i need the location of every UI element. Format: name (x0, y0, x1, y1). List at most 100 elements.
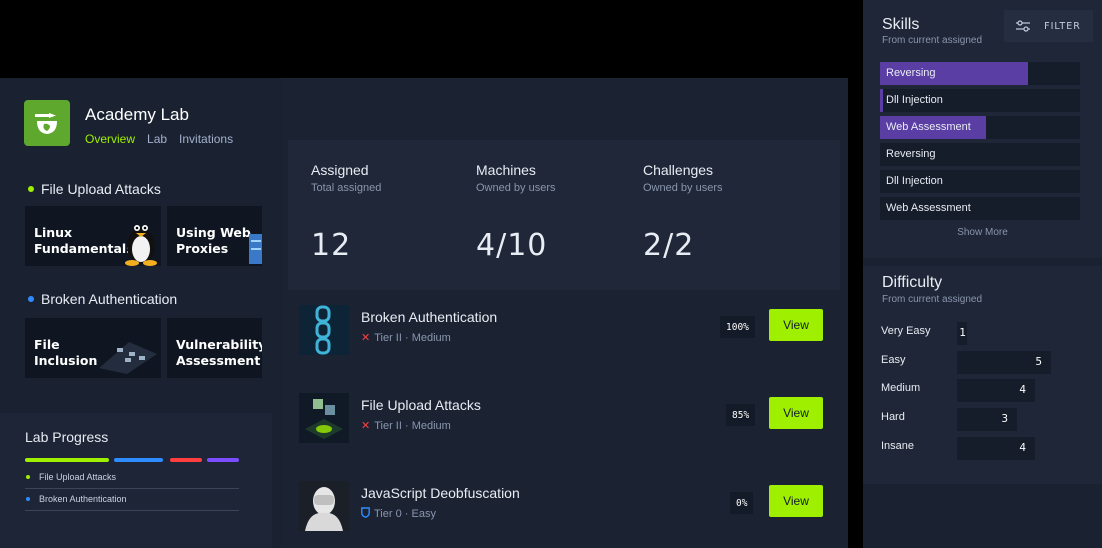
module-row[interactable]: JavaScript Deobfuscation Tier 0 · Easy 0… (296, 476, 826, 536)
filter-label: FILTER (1044, 20, 1081, 32)
module-row[interactable]: File Upload Attacks ✕ Tier II · Medium 8… (296, 388, 826, 448)
tile-label: Using Web Proxies (176, 225, 251, 256)
difficulty-count: 1 (959, 327, 966, 339)
module-thumbnail-upload (299, 393, 349, 443)
path-title-label: Broken Authentication (41, 291, 178, 307)
skills-title: Skills (882, 16, 920, 33)
file-stack-icon (99, 342, 157, 374)
skill-bar[interactable]: Reversing (880, 62, 1080, 85)
path-title-broken-auth[interactable]: Broken Authentication (28, 291, 177, 307)
nav-overview[interactable]: Overview (85, 132, 135, 146)
module-title: JavaScript Deobfuscation (361, 485, 520, 501)
module-thumbnail-chain (299, 305, 349, 355)
insights-panel: Skills From current assigned FILTER Reve… (863, 0, 1102, 548)
difficulty-bar[interactable]: 3 (957, 408, 1017, 431)
stat-machines-value: 4/10 (476, 228, 548, 263)
module-title: Broken Authentication (361, 309, 498, 325)
difficulty-bar[interactable]: 5 (957, 351, 1051, 374)
lab-nav: Overview Lab Invitations (85, 132, 233, 146)
module-tier-label: Tier II · Medium (374, 331, 451, 344)
skill-label: Dll Injection (886, 175, 943, 187)
module-tile-vulnerability-assessment[interactable]: Vulnerability Assessment (167, 318, 262, 378)
lab-logo-icon (24, 100, 70, 146)
stat-assigned: Assigned Total assigned (311, 162, 381, 194)
shield-icon (361, 507, 370, 521)
path-title-file-upload[interactable]: File Upload Attacks (28, 181, 161, 197)
filter-icon (1016, 20, 1031, 32)
skills-subtitle: From current assigned (882, 35, 983, 46)
difficulty-label: Medium (881, 382, 921, 394)
progress-bar-red (170, 458, 202, 462)
difficulty-count: 4 (1019, 442, 1026, 454)
stat-sub: Owned by users (476, 182, 556, 194)
nav-invitations[interactable]: Invitations (179, 132, 233, 146)
module-tier-label: Tier 0 · Easy (374, 508, 436, 520)
filter-button[interactable]: FILTER (1004, 10, 1093, 42)
skill-bar-fill (880, 89, 883, 112)
stat-sub: Total assigned (311, 182, 382, 194)
skill-bar[interactable]: Reversing (880, 143, 1080, 166)
module-progress-badge: 0% (730, 492, 754, 514)
stat-label: Assigned (311, 162, 369, 178)
module-row[interactable]: Broken Authentication ✕ Tier II · Medium… (296, 300, 826, 360)
stat-challenges-value: 2/2 (643, 228, 695, 263)
difficulty-bar[interactable]: 4 (957, 379, 1035, 402)
divider (25, 510, 239, 511)
lab-progress-card: Lab Progress File Upload Attacks Broken … (0, 413, 272, 548)
x-icon: ✕ (361, 420, 371, 432)
stat-machines: Machines Owned by users (476, 162, 555, 194)
difficulty-bar[interactable]: 4 (957, 437, 1035, 460)
skill-bar[interactable]: Dll Injection (880, 89, 1080, 112)
module-tier: ✕ Tier II · Medium (361, 331, 451, 345)
path-dot-icon (28, 186, 34, 192)
difficulty-bar[interactable]: 1 (957, 322, 967, 345)
lab-sidebar: Academy Lab Overview Lab Invitations Fil… (0, 78, 272, 548)
difficulty-label: Easy (881, 354, 906, 366)
show-more-link[interactable]: Show More (863, 227, 1102, 238)
lab-progress-item-label: File Upload Attacks (39, 472, 117, 482)
module-tile-file-inclusion[interactable]: File Inclusion (25, 318, 161, 378)
tile-label: Vulnerability Assessment (176, 337, 262, 368)
skill-bar[interactable]: Web Assessment (880, 116, 1080, 139)
lab-progress-item[interactable]: File Upload Attacks (25, 466, 239, 488)
module-tile-using-web-proxies[interactable]: Using Web Proxies (167, 206, 262, 266)
module-progress-badge: 100% (720, 316, 755, 338)
difficulty-subtitle: From current assigned (882, 294, 983, 305)
module-tier-label: Tier II · Medium (374, 419, 451, 432)
tile-label: File Inclusion (34, 337, 98, 368)
module-tile-linux-fundamentals[interactable]: Linux Fundamentals (25, 206, 161, 266)
module-progress-badge: 85% (726, 404, 756, 426)
module-tier: ✕ Tier II · Medium (361, 419, 451, 433)
difficulty-count: 3 (1001, 413, 1008, 425)
lab-title: Academy Lab (85, 105, 189, 124)
progress-bar-green (25, 458, 109, 462)
x-icon: ✕ (361, 332, 371, 344)
view-button[interactable]: View (769, 485, 823, 517)
item-dot-icon (26, 497, 30, 501)
lab-header: Academy Lab Overview Lab Invitations (24, 100, 233, 146)
stats-card: Assigned Total assigned 12 Machines Owne… (288, 140, 840, 290)
module-title: File Upload Attacks (361, 397, 481, 413)
stat-label: Challenges (643, 162, 714, 178)
skill-label: Web Assessment (886, 202, 971, 214)
stat-challenges: Challenges Owned by users (643, 162, 722, 194)
difficulty-card: Difficulty From current assigned Very Ea… (863, 266, 1102, 484)
skill-bar[interactable]: Web Assessment (880, 197, 1080, 220)
lab-content: Assigned Total assigned 12 Machines Owne… (282, 78, 848, 548)
lab-progress-item[interactable]: Broken Authentication (25, 488, 239, 510)
skill-label: Reversing (886, 67, 936, 79)
skill-bar[interactable]: Dll Injection (880, 170, 1080, 193)
view-button[interactable]: View (769, 309, 823, 341)
nav-lab[interactable]: Lab (147, 132, 167, 146)
skill-label: Web Assessment (886, 121, 971, 133)
skill-label: Reversing (886, 148, 936, 160)
path-title-label: File Upload Attacks (41, 181, 161, 197)
progress-bar-blue (114, 458, 163, 462)
skill-label: Dll Injection (886, 94, 943, 106)
lab-progress-item-label: Broken Authentication (39, 494, 127, 504)
progress-bar-purple (207, 458, 239, 462)
difficulty-label: Hard (881, 411, 905, 423)
stat-assigned-value: 12 (311, 228, 352, 263)
view-button[interactable]: View (769, 397, 823, 429)
difficulty-count: 5 (1035, 356, 1042, 368)
